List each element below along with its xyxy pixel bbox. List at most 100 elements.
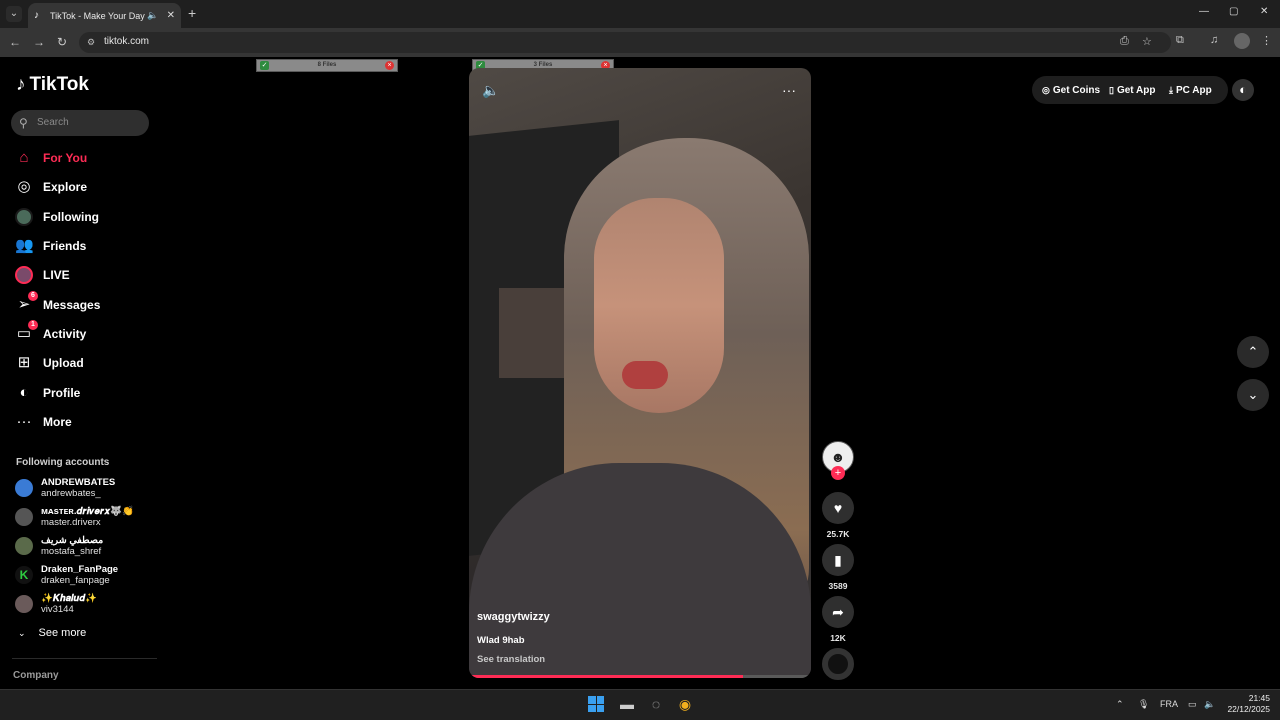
nav-for-you[interactable]: ⌂ For You [15, 148, 87, 168]
windows-start-icon[interactable] [588, 696, 604, 712]
extensions-icon[interactable]: ⧉ [1176, 34, 1184, 47]
account-handle: master.driverx [41, 517, 101, 528]
clock-date: 22/12/2025 [1227, 704, 1270, 714]
company-link[interactable]: Company [13, 670, 59, 681]
nav-upload[interactable]: ⊞ Upload [15, 353, 84, 373]
video-progress-bar[interactable] [469, 675, 811, 678]
live-avatar-wrap [15, 266, 33, 284]
app-icon[interactable]: ◌ [646, 694, 666, 714]
next-video-button[interactable]: ⌄ [1237, 379, 1269, 411]
nav-label: More [43, 415, 72, 429]
music-disc[interactable] [822, 648, 854, 680]
share-count: 12K [830, 633, 846, 643]
account-item[interactable]: ᴍᴀsᴛᴇʀ.𝒅𝒓𝒊𝒗𝒆𝒓𝒙🐺👏 master.driverx [15, 504, 134, 530]
tiktok-logo[interactable]: ♪ TikTok [16, 74, 89, 96]
nav-messages[interactable]: ➢ 6 Messages [15, 291, 101, 315]
tab-close-icon[interactable]: ✕ [167, 10, 175, 21]
pc-app-button[interactable]: ⤓ PC App [1169, 85, 1212, 96]
tray-chevron-up-icon[interactable]: ⌃ [1116, 699, 1124, 710]
friends-icon: 👥 [15, 237, 34, 254]
speaker-icon[interactable]: 🔈 [1204, 699, 1215, 710]
back-icon[interactable]: ← [9, 35, 21, 49]
account-text: Draken_FanPage draken_fanpage [41, 564, 118, 586]
tab-search-button[interactable]: ⌄ [6, 6, 22, 22]
like-count: 25.7K [826, 529, 850, 539]
chevron-up-icon: ⌃ [1247, 344, 1259, 359]
more-options-icon[interactable]: ··· [782, 82, 796, 98]
see-more-label: See more [38, 627, 87, 639]
previous-video-button[interactable]: ⌃ [1237, 336, 1269, 368]
nav-profile[interactable]: ◐ Profile [15, 383, 80, 403]
site-info-icon[interactable]: ⚙ [87, 37, 95, 48]
file-explorer-icon[interactable]: ▬ [617, 694, 637, 714]
forward-icon[interactable]: → [33, 35, 45, 49]
video-player[interactable]: 🔈 ··· swaggytwizzy Wlad 9hab See transla… [469, 68, 811, 678]
video-progress-fill [469, 675, 743, 678]
share-button[interactable]: ➦ [822, 596, 854, 628]
bookmark-star-icon[interactable]: ☆ [1142, 35, 1152, 48]
avatar [15, 537, 33, 555]
system-clock[interactable]: 21:45 22/12/2025 [1226, 693, 1270, 715]
account-item[interactable]: ANDREWBATES andrewbates_ [15, 475, 115, 501]
nav-friends[interactable]: 👥 Friends [15, 236, 86, 256]
coin-icon: ◎ [1042, 85, 1050, 95]
nav-label: For You [43, 151, 88, 165]
nav-label: Profile [43, 386, 81, 400]
activity-badge: 1 [28, 320, 38, 330]
video-frame-shelf [499, 288, 569, 378]
account-item[interactable]: ✨𝑲𝒉𝒂𝒍𝒖𝒅✨ viv3144 [15, 591, 97, 617]
heart-icon: ♥ [833, 500, 843, 516]
video-username[interactable]: swaggytwizzy [477, 611, 550, 623]
minimize-button[interactable]: — [1199, 6, 1209, 17]
chrome-icon[interactable]: ◉ [675, 694, 695, 714]
maximize-button[interactable]: ▢ [1229, 6, 1238, 17]
nav-more[interactable]: ··· More [15, 412, 72, 432]
widget-close-icon[interactable]: × [385, 61, 394, 70]
search-placeholder: Search [37, 117, 69, 128]
get-app-button[interactable]: ▯ Get App [1109, 85, 1155, 96]
media-controls-icon[interactable]: ♫ [1210, 34, 1218, 46]
pc-app-label: PC App [1175, 85, 1212, 96]
profile-icon: ◐ [19, 384, 29, 401]
install-app-icon[interactable]: ⎙ [1120, 35, 1129, 48]
account-item[interactable]: K Draken_FanPage draken_fanpage [15, 562, 118, 588]
sidebar-divider [12, 658, 157, 659]
account-name: ANDREWBATES [41, 477, 116, 488]
see-more-button[interactable]: ⌄ See more [18, 627, 86, 639]
save-button[interactable]: ▮ [822, 544, 854, 576]
tiktok-note-icon: ♪ [16, 74, 26, 95]
browser-menu-icon[interactable]: ⋮ [1261, 34, 1272, 47]
browser-profile-avatar[interactable] [1234, 33, 1250, 49]
account-handle: draken_fanpage [41, 575, 110, 586]
see-translation-link[interactable]: See translation [477, 654, 545, 665]
tab-audio-icon[interactable]: 🔈 [147, 10, 158, 21]
reload-icon[interactable]: ↻ [57, 35, 67, 49]
nav-explore[interactable]: ◎ Explore [15, 177, 87, 197]
browser-tab[interactable]: ♪ TikTok - Make Your Day 🔈 ✕ [28, 3, 181, 28]
live-avatar [15, 266, 33, 284]
volume-icon[interactable]: 🔈 [482, 82, 499, 99]
new-tab-button[interactable]: + [188, 6, 196, 20]
download-icon: ⤓ [1169, 85, 1173, 95]
close-window-button[interactable]: ✕ [1260, 6, 1268, 17]
nav-following[interactable]: Following [15, 207, 99, 227]
share-arrow-icon: ➦ [832, 604, 844, 620]
file-drop-widget[interactable]: ✓ 8 Files × [256, 59, 398, 72]
get-coins-button[interactable]: ◎ Get Coins [1042, 85, 1100, 96]
nav-activity[interactable]: ▭ 1 Activity [15, 320, 86, 344]
network-icon[interactable]: ▭ [1188, 699, 1197, 710]
user-avatar[interactable]: ◐ [1232, 79, 1254, 101]
address-bar[interactable]: ⚙ tiktok.com ⎙ ☆ [79, 32, 1171, 53]
account-item[interactable]: مصطفي شريف mostafa_shref [15, 533, 103, 559]
nav-label: Messages [43, 298, 101, 312]
avatar [15, 595, 33, 613]
nav-live[interactable]: LIVE [15, 265, 70, 285]
microphone-icon[interactable]: 🎙 [1138, 699, 1149, 710]
clock-time: 21:45 [1248, 693, 1270, 703]
language-indicator[interactable]: FRA [1160, 699, 1178, 709]
search-input[interactable]: ⚲ Search [11, 110, 149, 136]
like-button[interactable]: ♥ [822, 492, 854, 524]
account-name: مصطفي شريف [41, 535, 104, 546]
messages-badge: 6 [28, 291, 38, 301]
follow-plus-icon[interactable]: + [831, 466, 845, 480]
